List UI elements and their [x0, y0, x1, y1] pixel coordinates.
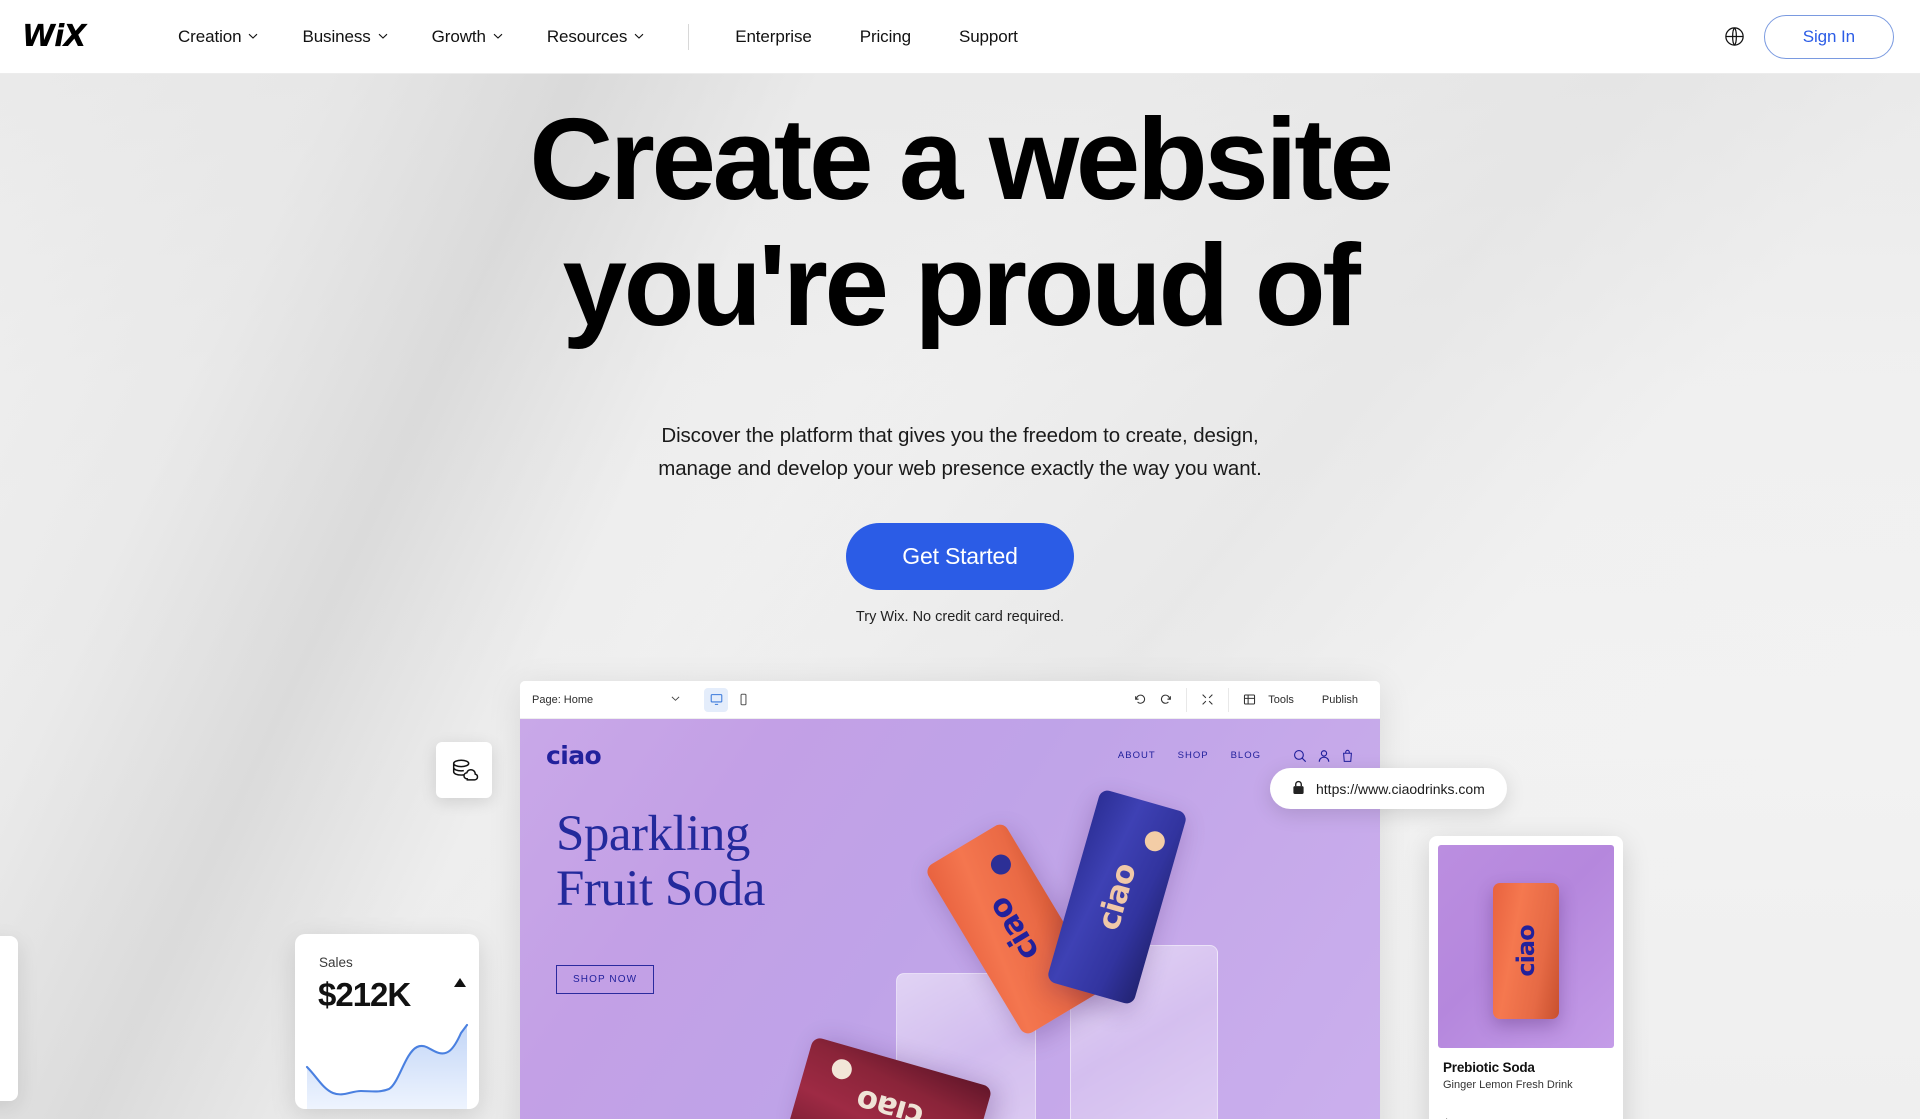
nav-item-pricing-label: Pricing: [859, 26, 911, 46]
nav-item-resources-label: Resources: [546, 26, 628, 46]
nav-item-growth[interactable]: Growth: [410, 27, 525, 47]
product-can-graphic: ciao: [1493, 882, 1559, 1019]
starburst-icon: [1142, 828, 1168, 854]
product-card: ciao Prebiotic Soda Ginger Lemon Fresh D…: [1429, 836, 1623, 1119]
sales-sparkline-chart: [305, 1023, 469, 1109]
chevron-down-icon: [671, 694, 680, 706]
nav-right-cluster: Sign In: [1722, 14, 1894, 59]
page-title-line-1: Create a website: [529, 94, 1394, 224]
page-title-line-2: you're proud of: [562, 220, 1361, 351]
site-url-text: https://www.ciaodrinks.com: [1316, 780, 1485, 797]
left-card-line: )): [0, 948, 12, 965]
nav-item-business-label: Business: [302, 26, 371, 46]
left-card-line: :: [0, 998, 12, 1015]
wix-editor-mockup: Page: Home Tools Publish ciao ABOUT SHOP…: [520, 681, 1380, 1119]
product-can-label: ciao: [1512, 924, 1540, 977]
trend-up-icon: [453, 977, 467, 995]
page-title: Create a website you're proud of: [0, 96, 1920, 349]
primary-nav-links: Creation Business Growth Resources Enter…: [156, 23, 1042, 50]
database-cloud-icon: [436, 742, 492, 798]
nav-item-enterprise[interactable]: Enterprise: [711, 27, 835, 47]
chevron-down-icon: [634, 31, 644, 41]
sign-in-button[interactable]: Sign In: [1763, 14, 1894, 59]
chevron-down-icon: [248, 31, 258, 41]
device-preview-toggle: [704, 687, 755, 712]
site-hero-heading-line-1: Sparkling: [556, 806, 750, 862]
nav-item-business[interactable]: Business: [280, 27, 409, 47]
left-card-line: :: [0, 965, 12, 982]
starburst-icon: [829, 1056, 855, 1082]
hero-note: Try Wix. No credit card required.: [855, 609, 1065, 625]
editor-toolbar-right: Tools Publish: [1120, 681, 1368, 718]
site-hero-heading-line-2: Fruit Soda: [556, 860, 765, 917]
shop-now-button[interactable]: SHOP NOW: [556, 965, 655, 994]
mobile-view-icon[interactable]: [731, 688, 755, 712]
chevron-down-icon: [493, 31, 503, 41]
redo-icon[interactable]: [1159, 693, 1172, 706]
product-subtitle: Ginger Lemon Fresh Drink: [1443, 1079, 1573, 1091]
editor-toolbar: Page: Home Tools Publish: [520, 681, 1380, 719]
top-navigation-bar: WiX Creation Business Growth Resources E…: [0, 0, 1920, 74]
desktop-view-icon[interactable]: [704, 687, 728, 712]
site-url-pill: https://www.ciaodrinks.com: [1270, 768, 1507, 809]
nav-item-creation[interactable]: Creation: [156, 27, 280, 47]
globe-icon[interactable]: [1722, 24, 1748, 50]
sales-metric-card: Sales $212K: [295, 934, 479, 1109]
left-card-line: -: [0, 982, 12, 999]
tools-control[interactable]: Tools: [1228, 687, 1308, 712]
wix-logo[interactable]: WiX: [22, 20, 100, 54]
svg-text:WiX: WiX: [22, 20, 88, 54]
nav-item-support[interactable]: Support: [935, 27, 1042, 47]
starburst-icon: [987, 850, 1015, 879]
publish-button[interactable]: Publish: [1308, 694, 1368, 706]
lock-icon: [1292, 780, 1305, 798]
product-details: Prebiotic Soda Ginger Lemon Fresh Drink …: [1429, 1048, 1623, 1119]
undo-icon[interactable]: [1134, 693, 1147, 706]
tools-icon: [1243, 693, 1256, 706]
nav-item-resources[interactable]: Resources: [525, 27, 666, 47]
hero-subtitle-line-1: Discover the platform that gives you the…: [661, 424, 1259, 447]
left-edge-card: )) : - : ≡: [0, 936, 18, 1101]
nav-item-creation-label: Creation: [178, 26, 242, 46]
sales-card-label: Sales: [319, 955, 353, 970]
fullscreen-control: [1186, 687, 1228, 712]
page-selector-label: Page: Home: [532, 693, 594, 706]
soda-can-maroon-label: ciao: [852, 1081, 928, 1119]
product-title: Prebiotic Soda: [1443, 1060, 1535, 1075]
hero-subtitle: Discover the platform that gives you the…: [0, 419, 1920, 485]
left-card-line: ≡: [0, 1015, 12, 1032]
tools-label: Tools: [1268, 693, 1294, 706]
page-selector-dropdown[interactable]: Page: Home: [532, 694, 680, 706]
get-started-button[interactable]: Get Started: [846, 523, 1074, 590]
site-brand-logo[interactable]: ciao: [546, 741, 602, 770]
hero-subtitle-line-2: manage and develop your web presence exa…: [658, 457, 1262, 481]
site-hero-heading: Sparkling Fruit Soda: [556, 807, 765, 916]
fullscreen-icon[interactable]: [1201, 693, 1214, 706]
nav-item-enterprise-label: Enterprise: [735, 26, 812, 46]
nav-item-support-label: Support: [958, 26, 1018, 46]
sales-card-value: $212K: [318, 976, 411, 1013]
nav-item-pricing[interactable]: Pricing: [836, 27, 935, 47]
nav-divider: [688, 23, 690, 50]
site-preview-canvas: ciao ABOUT SHOP BLOG Sparkling Fruit Sod…: [520, 719, 1380, 1119]
product-image: ciao: [1438, 845, 1614, 1048]
nav-item-growth-label: Growth: [431, 26, 486, 46]
chevron-down-icon: [378, 31, 388, 41]
hero-section: Create a website you're proud of Discove…: [0, 74, 1920, 1119]
soda-can-orange-label: ciao: [981, 890, 1047, 968]
history-controls: [1120, 688, 1186, 712]
soda-can-blue-label: ciao: [1090, 859, 1144, 935]
